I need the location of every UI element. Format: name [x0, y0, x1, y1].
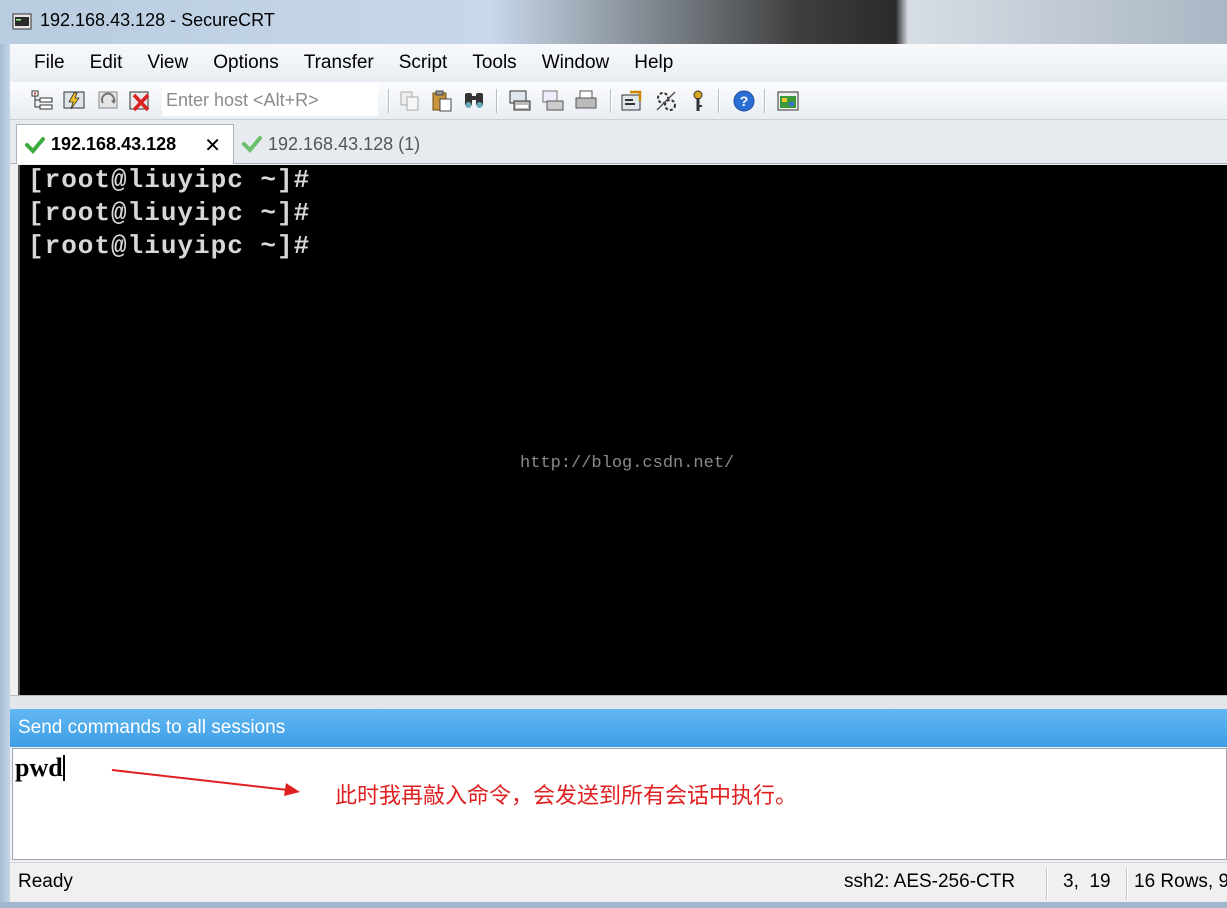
global-options-icon[interactable]	[654, 89, 678, 113]
close-tab-icon[interactable]: ✕	[204, 133, 221, 158]
status-separator	[1126, 867, 1128, 899]
status-ready: Ready	[18, 871, 73, 892]
tab-label: 192.168.43.128	[51, 134, 177, 154]
print-icon[interactable]	[574, 89, 598, 113]
menu-bar: File Edit View Options Transfer Script T…	[10, 44, 1227, 82]
menu-tools[interactable]: Tools	[458, 44, 527, 82]
connect-icon[interactable]	[30, 89, 54, 113]
status-separator	[1046, 867, 1048, 899]
keymap-icon[interactable]	[686, 89, 710, 113]
menu-edit[interactable]: Edit	[76, 44, 134, 82]
reconnect-icon[interactable]	[96, 89, 120, 113]
session-tab-strip: 192.168.43.128 ✕ 192.168.43.128 (1)	[10, 120, 1227, 164]
quick-connect-icon[interactable]	[62, 89, 86, 113]
status-bar: Ready ssh2: AES-256-CTR 3, 19 16 Rows, 9	[10, 862, 1227, 902]
check-icon	[242, 136, 262, 153]
window-left-border	[0, 44, 10, 902]
copy-icon[interactable]	[398, 89, 422, 113]
terminal-line: [root@liuyipc ~]#	[28, 231, 311, 261]
menu-script[interactable]: Script	[385, 44, 459, 82]
menu-help[interactable]: Help	[620, 44, 684, 82]
tab-label: 192.168.43.128 (1)	[268, 133, 421, 154]
annotation-text: 此时我再敲入命令，会发送到所有会话中执行。	[335, 784, 798, 809]
pane-splitter[interactable]	[10, 695, 1227, 710]
text-caret	[63, 755, 65, 781]
find-icon[interactable]	[462, 89, 486, 113]
command-window-header: Send commands to all sessions	[10, 709, 1227, 747]
window-titlebar[interactable]: 192.168.43.128 - SecureCRT	[0, 0, 1227, 44]
status-cursor-position: 3, 19	[1063, 871, 1111, 892]
sftp-icon[interactable]	[776, 89, 800, 113]
toolbar-separator	[610, 89, 612, 113]
status-size: 16 Rows, 9	[1134, 871, 1227, 892]
menu-transfer[interactable]: Transfer	[290, 44, 385, 82]
terminal-view[interactable]: [root@liuyipc ~]# [root@liuyipc ~]# [roo…	[18, 165, 1227, 695]
terminal-line: [root@liuyipc ~]#	[28, 198, 311, 228]
disconnect-icon[interactable]	[128, 89, 152, 113]
svg-text:?: ?	[740, 93, 749, 109]
toolbar-separator	[764, 89, 766, 113]
terminal-line: [root@liuyipc ~]#	[28, 165, 311, 195]
print-screen-icon[interactable]	[508, 89, 532, 113]
command-window-title: Send commands to all sessions	[18, 717, 286, 738]
status-protocol: ssh2: AES-256-CTR	[844, 871, 1016, 892]
tab-session-1[interactable]: 192.168.43.128 ✕	[16, 124, 234, 164]
command-input-text: pwd	[15, 753, 63, 782]
print-selection-icon[interactable]	[541, 89, 565, 113]
toolbar-separator	[496, 89, 498, 113]
window-title: 192.168.43.128 - SecureCRT	[40, 10, 275, 30]
toolbar-separator	[718, 89, 720, 113]
menu-options[interactable]: Options	[199, 44, 289, 82]
session-options-icon[interactable]	[620, 89, 644, 113]
enter-host-input[interactable]	[162, 84, 378, 116]
toolbar-separator	[388, 89, 390, 113]
help-icon[interactable]: ?	[732, 89, 756, 113]
menu-window[interactable]: Window	[528, 44, 621, 82]
annotation-arrow-icon	[111, 769, 300, 796]
watermark: http://blog.csdn.net/	[520, 454, 735, 473]
menu-file[interactable]: File	[22, 44, 76, 82]
check-icon	[25, 136, 45, 154]
paste-icon[interactable]	[430, 89, 454, 113]
tab-session-2[interactable]: 192.168.43.128 (1)	[232, 124, 442, 164]
window-bottom-border	[0, 902, 1227, 908]
menu-view[interactable]: View	[133, 44, 199, 82]
securecrt-app-icon	[12, 13, 32, 30]
